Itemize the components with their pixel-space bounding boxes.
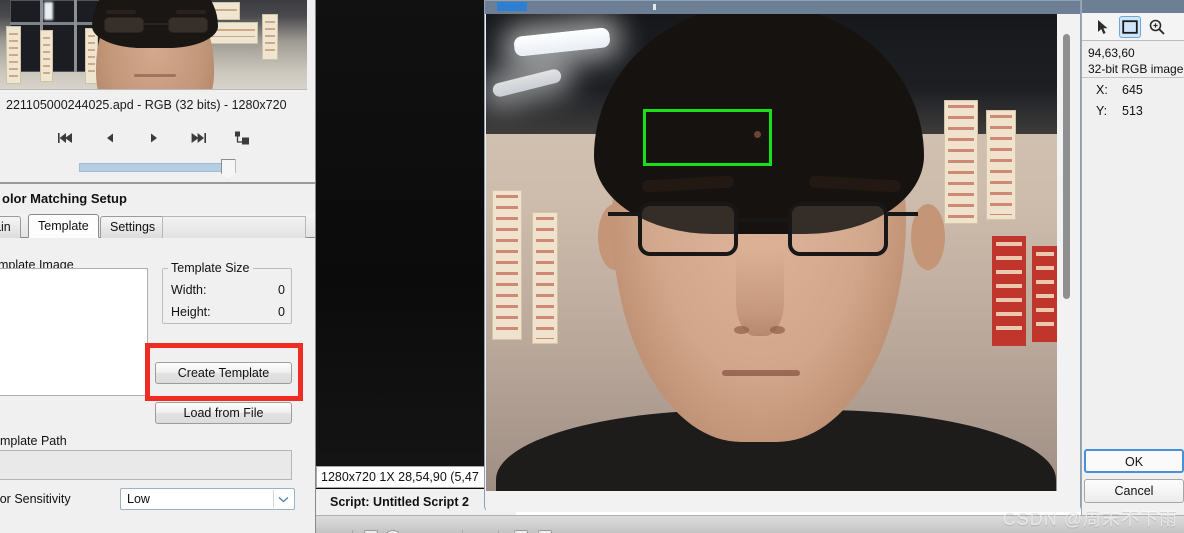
vertical-scrollbar[interactable] [1063, 34, 1070, 299]
background-image-area [316, 0, 486, 466]
frame-slider-row [0, 155, 307, 180]
preview-eyebrow [106, 10, 136, 14]
tabstrip-filler [162, 216, 306, 238]
preview-light-glare [44, 2, 53, 20]
tab-settings[interactable]: Settings [100, 216, 166, 238]
app-root: 221105000244025.apd - RGB (32 bits) - 12… [0, 0, 1184, 533]
zoom-tool-icon[interactable] [1146, 16, 1168, 38]
preview-wall-banner [40, 30, 53, 82]
template-width-row: Width: 0 [171, 281, 285, 299]
glasses-lens-left [638, 202, 738, 256]
preview-eyebrow [176, 10, 206, 14]
wall-poster [986, 110, 1016, 220]
chevron-down-icon[interactable] [273, 490, 293, 508]
template-width-label: Width: [171, 283, 207, 297]
glasses-temple-left [608, 212, 638, 216]
preview-lens-left [104, 17, 144, 33]
wall-poster [532, 212, 558, 344]
wall-poster-red [992, 236, 1026, 346]
tab-main[interactable]: ain [0, 216, 21, 238]
subject-mouth [722, 370, 800, 376]
preview-glasses [104, 17, 208, 33]
subject-nose [736, 250, 784, 336]
glasses-temple-right [888, 212, 918, 216]
wall-poster [944, 100, 978, 224]
x-label: X: [1096, 83, 1108, 97]
tab-template[interactable]: Template [28, 214, 99, 238]
last-frame-icon[interactable] [187, 128, 209, 148]
bottom-toolbar-strip [316, 515, 1184, 533]
preview-lens-right [168, 17, 208, 33]
right-side-panel: 94,63,60 32-bit RGB image X: 645 Y: 513 … [1081, 0, 1184, 515]
file-info-label: 221105000244025.apd - RGB (32 bits) - 12… [0, 92, 307, 118]
image-window-titlebar[interactable] [485, 1, 1080, 14]
canvas-bottom-gutter [486, 491, 1080, 512]
template-width-value: 0 [278, 283, 285, 297]
tool-palette [1082, 13, 1184, 41]
coordinate-row-y: Y: 513 [1096, 101, 1184, 122]
pixel-info-block: 94,63,60 32-bit RGB image [1082, 42, 1184, 78]
y-value: 513 [1122, 104, 1143, 118]
cursor-coordinates: X: 645 Y: 513 [1082, 80, 1184, 126]
coordinate-row-x: X: 645 [1096, 80, 1184, 101]
image-type: 32-bit RGB image [1088, 62, 1184, 76]
image-canvas[interactable] [486, 14, 1057, 491]
template-size-group-label: Template Size [168, 261, 253, 275]
setup-tabstrip: ain Template Settings [0, 214, 315, 238]
left-panel: 221105000244025.apd - RGB (32 bits) - 12… [0, 0, 316, 533]
template-height-row: Height: 0 [171, 303, 285, 321]
glasses-lens-right [788, 202, 888, 256]
rectangle-select-tool-icon[interactable] [1119, 15, 1141, 38]
panel-divider [0, 182, 315, 184]
first-frame-icon[interactable] [55, 128, 77, 148]
color-sensitivity-dropdown[interactable]: Low [120, 488, 295, 510]
pixel-value: 94,63,60 [1088, 46, 1135, 60]
preview-wall-banner [6, 26, 21, 84]
dialog-title: olor Matching Setup [2, 191, 127, 206]
load-from-file-button[interactable]: Load from File [155, 402, 292, 424]
preview-wall-banner [262, 14, 278, 60]
subject-nostril-right [770, 326, 785, 334]
titlebar-marker [653, 4, 656, 10]
preview-glasses-bridge [144, 23, 168, 25]
template-tab-page: emplate Image Width: 0 Height: 0 Templat… [0, 238, 315, 533]
next-frame-icon[interactable] [143, 128, 165, 148]
previous-frame-icon[interactable] [99, 128, 121, 148]
roi-selection-rectangle[interactable] [643, 109, 772, 166]
image-viewer-window [484, 0, 1184, 512]
wall-poster [492, 190, 522, 340]
y-label: Y: [1096, 104, 1108, 118]
preview-mouth [134, 74, 176, 77]
playback-transport-controls [0, 122, 307, 154]
frame-slider[interactable] [78, 158, 236, 180]
ok-button[interactable]: OK [1084, 449, 1184, 473]
subject-nostril-left [734, 326, 749, 334]
color-sensitivity-value: Low [127, 492, 150, 506]
cancel-button[interactable]: Cancel [1084, 479, 1184, 503]
video-preview-thumbnail[interactable] [0, 0, 307, 90]
right-panel-titlebar [1082, 0, 1184, 13]
glasses-bridge [738, 218, 788, 222]
template-path-label: emplate Path [0, 434, 70, 448]
frame-slider-thumb[interactable] [220, 158, 236, 180]
x-value: 645 [1122, 83, 1143, 97]
color-sensitivity-label: olor Sensitivity [0, 492, 71, 506]
frame-step-icon[interactable] [231, 128, 253, 148]
template-size-group: Width: 0 Height: 0 [162, 268, 292, 324]
template-path-field[interactable] [0, 450, 292, 480]
arrow-cursor-tool-icon[interactable] [1092, 16, 1114, 38]
template-image-preview[interactable] [0, 268, 148, 396]
template-height-value: 0 [278, 305, 285, 319]
wall-poster-red [1032, 246, 1057, 342]
titlebar-chip [497, 2, 527, 11]
create-template-button[interactable]: Create Template [155, 362, 292, 384]
template-height-label: Height: [171, 305, 211, 319]
